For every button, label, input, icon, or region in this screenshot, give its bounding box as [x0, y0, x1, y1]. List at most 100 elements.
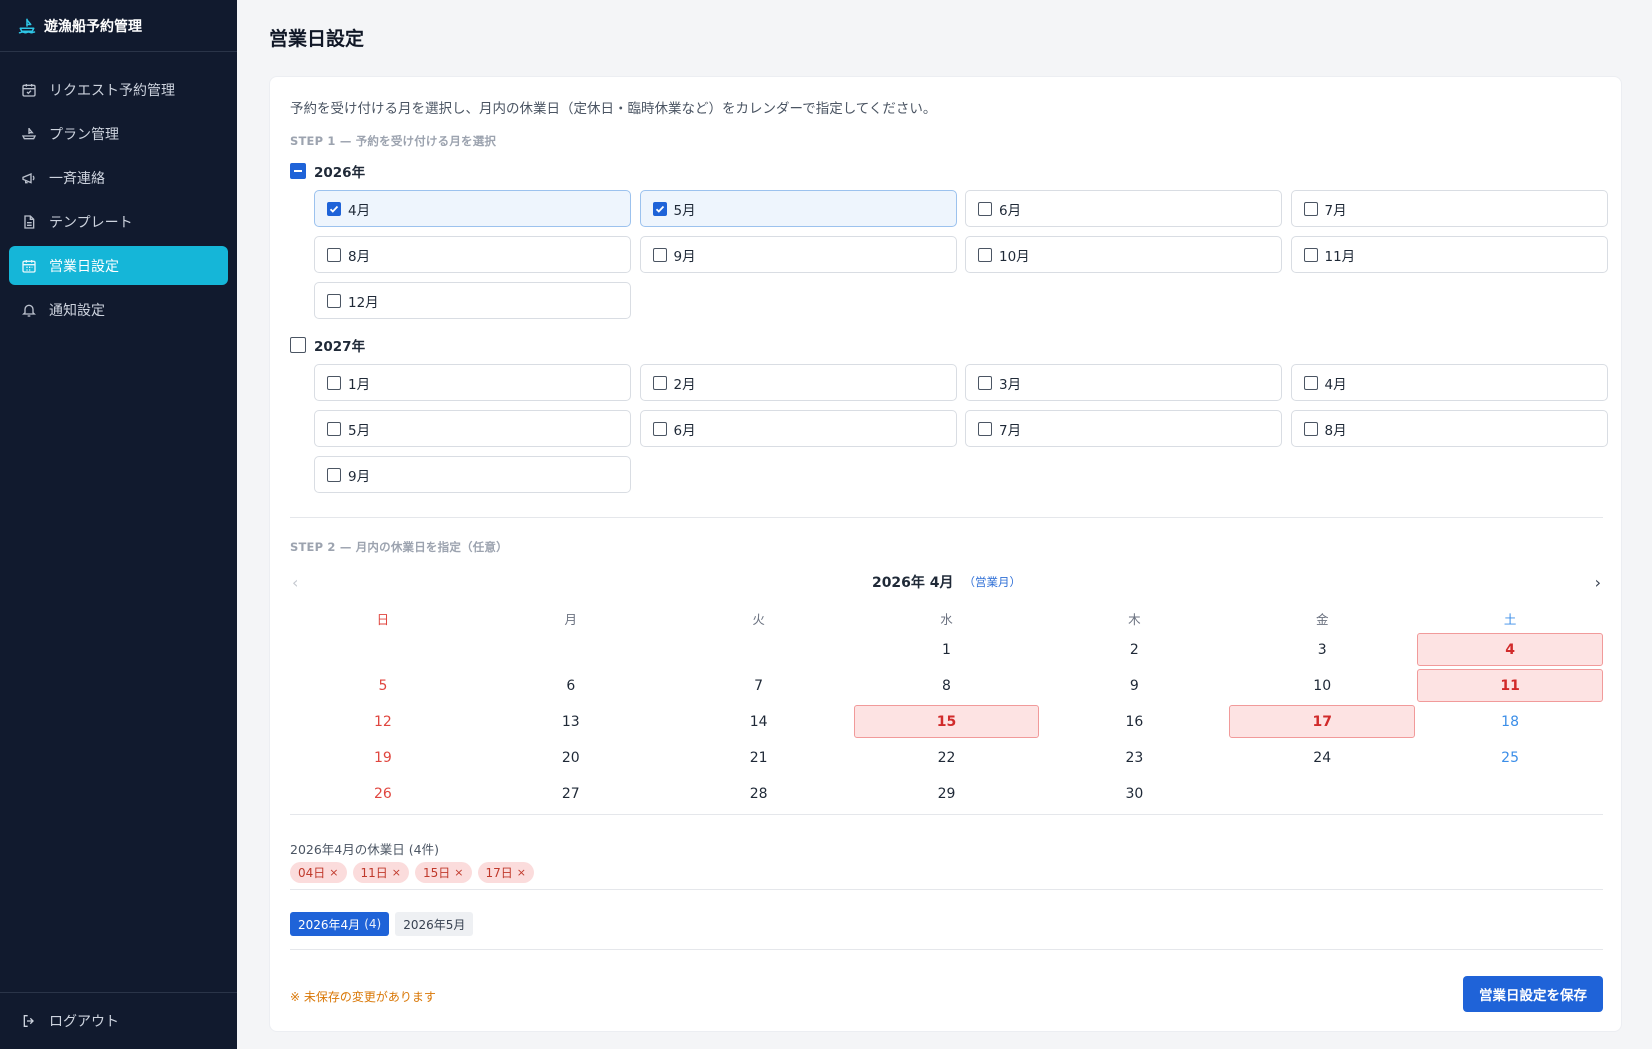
weekday-header: 土 — [1503, 611, 1517, 627]
logout-label: ログアウト — [49, 1014, 119, 1030]
next-month-button[interactable]: › — [1595, 573, 1601, 592]
calendar-day[interactable]: 16 — [1041, 705, 1227, 738]
month-checkbox[interactable] — [327, 467, 341, 482]
month-option-2027-09[interactable]: 9月 — [314, 456, 631, 493]
month-option-2027-05[interactable]: 5月 — [314, 410, 631, 447]
month-checkbox[interactable] — [1303, 247, 1318, 262]
calendar-day[interactable]: 14 — [666, 705, 852, 738]
sidebar-item-broadcast[interactable]: 一斉連絡 — [9, 158, 228, 197]
calendar-day[interactable]: 6 — [478, 669, 664, 702]
month-checkbox[interactable] — [1303, 201, 1318, 216]
month-option-2027-02[interactable]: 2月 — [639, 364, 957, 401]
month-option-2026-11[interactable]: 11月 — [1290, 236, 1608, 273]
month-checkbox[interactable] — [1303, 421, 1318, 436]
month-option-2027-03[interactable]: 3月 — [965, 364, 1282, 401]
calendar-day[interactable]: 8 — [854, 669, 1040, 702]
calendar-day[interactable]: 26 — [290, 777, 476, 810]
sidebar-item-business-days[interactable]: 営業日設定 — [9, 246, 228, 285]
remove-icon[interactable]: × — [454, 866, 463, 879]
holiday-chip[interactable]: 17日 × — [477, 862, 534, 883]
month-checkbox[interactable] — [978, 201, 992, 216]
month-checkbox[interactable] — [978, 247, 992, 262]
calendar-day[interactable]: 23 — [1041, 741, 1227, 774]
calendar-day[interactable]: 12 — [290, 705, 476, 738]
sidebar-item-request-reservations[interactable]: リクエスト予約管理 — [9, 70, 228, 109]
calendar-day[interactable]: 7 — [666, 669, 852, 702]
calendar-day[interactable]: 13 — [478, 705, 664, 738]
month-checkbox[interactable] — [652, 375, 667, 390]
calendar-day[interactable]: 20 — [478, 741, 664, 774]
calendar-day[interactable]: 9 — [1041, 669, 1227, 702]
month-option-2027-04[interactable]: 4月 — [1290, 364, 1608, 401]
sidebar-item-plans[interactable]: プラン管理 — [9, 114, 228, 153]
year-2026-checkbox[interactable] — [290, 163, 306, 179]
calendar-day[interactable]: 17 — [1229, 705, 1416, 738]
save-business-days-button[interactable]: 営業日設定を保存 — [1463, 976, 1603, 1012]
month-checkbox[interactable] — [652, 201, 667, 216]
month-option-2026-07[interactable]: 7月 — [1290, 190, 1608, 227]
calendar-day[interactable]: 22 — [854, 741, 1040, 774]
calendar-day[interactable]: 19 — [290, 741, 476, 774]
document-icon — [21, 214, 37, 230]
calendar-day[interactable]: 4 — [1417, 633, 1603, 666]
year-toggle-2026[interactable]: 2026年 — [290, 161, 365, 181]
sidebar-item-templates[interactable]: テンプレート — [9, 202, 228, 241]
calendar-day[interactable]: 24 — [1229, 741, 1415, 774]
year-2027-checkbox[interactable] — [290, 337, 306, 353]
month-option-2026-08[interactable]: 8月 — [314, 236, 631, 273]
logout-button[interactable]: ログアウト — [0, 992, 237, 1049]
month-checkbox[interactable] — [1303, 375, 1318, 390]
sidebar-item-notifications[interactable]: 通知設定 — [9, 290, 228, 329]
month-checkbox[interactable] — [652, 247, 667, 262]
tab-2026-05[interactable]: 2026年5月 — [395, 912, 474, 936]
calendar-day[interactable]: 15 — [853, 705, 1040, 738]
month-option-2026-10[interactable]: 10月 — [965, 236, 1282, 273]
calendar-day[interactable]: 28 — [666, 777, 852, 810]
month-option-2026-06[interactable]: 6月 — [965, 190, 1282, 227]
calendar-day[interactable]: 5 — [290, 669, 476, 702]
calendar-day[interactable]: 18 — [1417, 705, 1603, 738]
calendar-day[interactable]: 25 — [1417, 741, 1603, 774]
month-option-2026-12[interactable]: 12月 — [314, 282, 631, 319]
calendar-day[interactable]: 27 — [478, 777, 664, 810]
month-checkbox[interactable] — [978, 421, 992, 436]
month-checkbox[interactable] — [327, 421, 341, 436]
month-option-2026-04[interactable]: 4月 — [314, 190, 631, 227]
sidebar-nav: リクエスト予約管理 プラン管理 一斉連絡 テンプレート 営業日設定 通知設定 — [0, 52, 237, 329]
month-option-2027-07[interactable]: 7月 — [965, 410, 1282, 447]
brand[interactable]: 遊漁船予約管理 — [0, 0, 237, 52]
holiday-chip[interactable]: 04日 × — [290, 862, 347, 883]
prev-month-button[interactable]: ‹ — [292, 573, 298, 592]
holiday-chip[interactable]: 11日 × — [352, 862, 409, 883]
calendar-day[interactable]: 21 — [666, 741, 852, 774]
month-checkbox[interactable] — [327, 293, 341, 308]
month-checkbox[interactable] — [327, 201, 341, 216]
month-checkbox[interactable] — [652, 421, 667, 436]
month-option-2027-01[interactable]: 1月 — [314, 364, 631, 401]
calendar-header: ‹ 2026年 4月 （営業月） › — [290, 567, 1603, 597]
month-option-2027-08[interactable]: 8月 — [1290, 410, 1608, 447]
calendar-day[interactable]: 1 — [854, 633, 1040, 666]
weekday-header: 木 — [1128, 611, 1141, 627]
calendar-day[interactable]: 10 — [1229, 669, 1415, 702]
remove-icon[interactable]: × — [392, 866, 401, 879]
calendar-day[interactable]: 3 — [1229, 633, 1415, 666]
month-checkbox[interactable] — [978, 375, 992, 390]
calendar-day[interactable]: 29 — [854, 777, 1040, 810]
weekday-header: 日 — [376, 611, 390, 627]
chip-label: 11日 — [360, 866, 388, 880]
holiday-chip[interactable]: 15日 × — [415, 862, 472, 883]
month-option-2026-09[interactable]: 9月 — [639, 236, 957, 273]
month-label: 4月 — [348, 202, 371, 219]
month-checkbox[interactable] — [327, 247, 341, 262]
year-toggle-2027[interactable]: 2027年 — [290, 335, 365, 355]
remove-icon[interactable]: × — [329, 866, 338, 879]
month-option-2027-06[interactable]: 6月 — [639, 410, 957, 447]
tab-2026-04[interactable]: 2026年4月 (4) — [290, 912, 390, 936]
calendar-day[interactable]: 11 — [1417, 669, 1603, 702]
month-checkbox[interactable] — [327, 375, 341, 390]
calendar-day[interactable]: 30 — [1041, 777, 1227, 810]
remove-icon[interactable]: × — [517, 866, 526, 879]
calendar-day[interactable]: 2 — [1041, 633, 1227, 666]
month-option-2026-05[interactable]: 5月 — [639, 190, 957, 227]
